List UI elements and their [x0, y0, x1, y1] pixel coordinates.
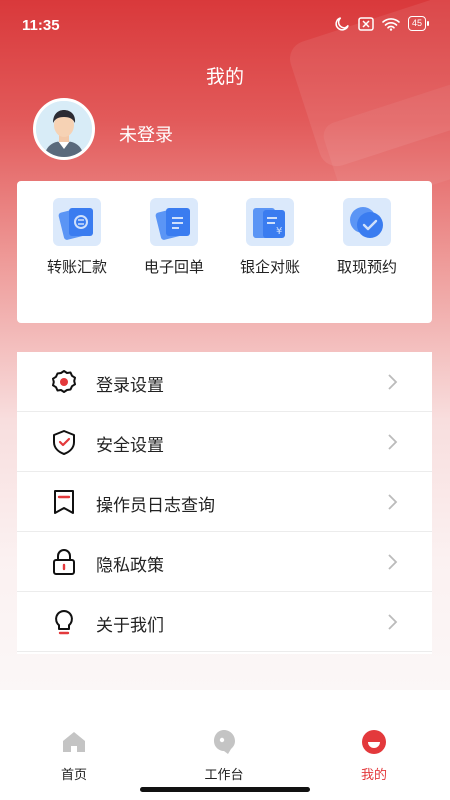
avatar[interactable]	[33, 98, 95, 160]
menu-item-label: 操作员日志查询	[96, 496, 215, 516]
status-bar: 11:35 45	[0, 0, 450, 50]
quick-action-reconciliation[interactable]: ¥ 银企对账	[230, 198, 310, 277]
shield-icon	[53, 430, 75, 455]
tab-label: 工作台	[204, 768, 244, 783]
gear-icon	[52, 370, 76, 393]
menu-item-privacy-policy[interactable]: 隐私政策	[17, 532, 432, 592]
quick-action-cash-appointment[interactable]: 取现预约	[327, 198, 407, 277]
chevron-right-icon	[388, 554, 398, 570]
profile-icon	[362, 730, 386, 754]
menu-item-label: 关于我们	[96, 616, 164, 636]
status-time: 11:35	[22, 17, 60, 34]
quick-action-label: 电子回单	[143, 258, 204, 276]
menu-item-login-settings[interactable]: 登录设置	[17, 352, 432, 412]
quick-action-label: 转账汇款	[46, 258, 107, 276]
quick-action-transfer[interactable]: 转账汇款	[37, 198, 117, 277]
menu-item-label: 登录设置	[96, 376, 164, 396]
lightbulb-icon	[55, 610, 73, 635]
home-icon	[63, 732, 85, 752]
svg-text:¥: ¥	[276, 226, 282, 237]
no-sim-icon	[358, 16, 374, 31]
chevron-right-icon	[388, 434, 398, 450]
moon-icon	[335, 17, 349, 31]
menu-item-operator-log[interactable]: 操作员日志查询	[17, 472, 432, 532]
menu-item-about-us[interactable]: 关于我们	[17, 592, 432, 652]
tab-profile[interactable]: 我的	[329, 728, 419, 783]
tab-home[interactable]: 首页	[29, 728, 119, 783]
chevron-right-icon	[388, 614, 398, 630]
chevron-right-icon	[388, 494, 398, 510]
tab-workbench[interactable]: 工作台	[179, 728, 269, 783]
bookmark-log-icon	[54, 490, 74, 514]
chevron-right-icon	[388, 374, 398, 390]
page-title: 我的	[205, 66, 244, 88]
menu-item-label: 安全设置	[96, 436, 164, 456]
menu-item-label: 隐私政策	[96, 556, 164, 576]
reconciliation-icon: ¥	[246, 198, 294, 246]
workbench-icon	[214, 730, 235, 754]
lock-icon	[53, 549, 75, 575]
home-indicator	[140, 787, 310, 792]
user-avatar-icon	[36, 101, 92, 157]
settings-menu: 登录设置 安全设置 操作员日志查询 隐私政策 关于我们	[17, 352, 432, 654]
tab-label: 我的	[360, 768, 387, 783]
quick-action-label: 银企对账	[239, 258, 300, 276]
transfer-icon	[53, 198, 101, 246]
quick-action-e-receipt[interactable]: 电子回单	[134, 198, 214, 277]
e-receipt-icon	[150, 198, 198, 246]
status-icons: 45	[335, 16, 430, 31]
quick-actions-card: 转账汇款 电子回单 ¥ 银企对账 取现预约	[17, 181, 432, 323]
cash-appointment-icon	[343, 198, 391, 246]
quick-action-label: 取现预约	[336, 258, 397, 276]
menu-item-security-settings[interactable]: 安全设置	[17, 412, 432, 472]
wifi-icon	[382, 17, 400, 31]
tab-label: 首页	[60, 768, 87, 783]
login-status-label[interactable]: 未登录	[119, 121, 173, 147]
battery-indicator: 45	[407, 16, 430, 31]
bottom-tab-bar: 首页 工作台 我的	[0, 690, 450, 800]
